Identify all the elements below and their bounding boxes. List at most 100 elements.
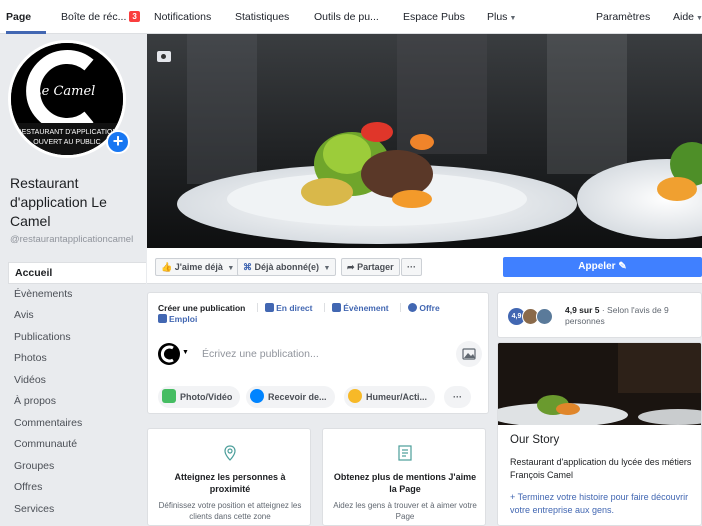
- logo-line-1: RESTAURANT D'APPLICATION: [17, 129, 118, 136]
- tab-live[interactable]: En direct: [276, 303, 312, 313]
- chevron-down-icon: ▼: [323, 265, 331, 272]
- composer-tabs: Créer une publication En direct Évènemen…: [158, 303, 478, 325]
- page-top-nav: Page Boîte de réc... 3 Notifications Stat…: [0, 0, 702, 34]
- tab-ads[interactable]: Espace Pubs: [403, 11, 465, 23]
- logo-script-text: Le Camel: [32, 84, 95, 99]
- divider: [399, 303, 401, 312]
- tab-notifications[interactable]: Notifications: [154, 11, 211, 23]
- tab-inbox[interactable]: Boîte de réc... 3: [61, 11, 140, 23]
- tab-more[interactable]: Plus ▼: [487, 11, 516, 23]
- cover-image: [147, 34, 702, 248]
- sidebar-item-services[interactable]: Services: [0, 499, 146, 521]
- photo-icon: [162, 389, 176, 403]
- tab-help[interactable]: Aide ▼: [673, 11, 702, 23]
- get-messages-label: Recevoir de...: [268, 392, 327, 402]
- inbox-count-badge: 3: [129, 11, 140, 22]
- briefcase-icon: [158, 314, 167, 323]
- share-icon: ➦: [347, 262, 355, 272]
- promo-title: Obtenez plus de mentions J'aime la Page: [333, 472, 477, 494]
- tab-create-post[interactable]: Créer une publication: [158, 303, 245, 313]
- feeling-activity-button[interactable]: Humeur/Acti...: [344, 386, 436, 408]
- post-text-input[interactable]: [202, 344, 452, 364]
- tab-tools[interactable]: Outils de pu...: [314, 11, 379, 23]
- tab-help-label: Aide: [673, 11, 695, 23]
- sidebar-item-about[interactable]: À propos: [0, 391, 146, 413]
- more-actions-button[interactable]: ···: [401, 258, 422, 276]
- composer-avatar[interactable]: [158, 343, 180, 365]
- location-pin-icon: [224, 445, 236, 461]
- like-label: J'aime déjà: [174, 262, 223, 272]
- divider: [256, 303, 258, 312]
- promo-description: Définissez votre position et atteignez l…: [158, 501, 302, 521]
- feeling-activity-label: Humeur/Acti...: [366, 392, 428, 402]
- sidebar-item-photos[interactable]: Photos: [0, 348, 146, 370]
- rating-card[interactable]: 4,9 4,9 sur 5 · Selon l'avis de 9 person…: [497, 292, 702, 338]
- tab-offer[interactable]: Offre: [419, 303, 439, 313]
- tab-statistics[interactable]: Statistiques: [235, 11, 289, 23]
- chevron-down-icon[interactable]: ▼: [182, 349, 189, 356]
- left-sidebar: Le Camel RESTAURANT D'APPLICATION OUVERT…: [0, 34, 146, 526]
- sidebar-item-events[interactable]: Évènements: [0, 284, 146, 306]
- share-button[interactable]: ➦ Partager: [341, 258, 400, 276]
- avatar-logo: [160, 345, 174, 363]
- more-composer-options-button[interactable]: ···: [444, 386, 471, 408]
- tab-more-label: Plus: [487, 11, 508, 23]
- photo-icon[interactable]: [456, 341, 482, 367]
- tab-page[interactable]: Page: [6, 11, 31, 23]
- pencil-icon: ✎: [618, 261, 627, 272]
- cover-photo[interactable]: [147, 34, 702, 248]
- page-nav-list: Accueil Évènements Avis Publications Pho…: [0, 262, 146, 520]
- tab-inbox-label: Boîte de réc...: [61, 11, 127, 23]
- camera-icon[interactable]: [157, 51, 171, 62]
- rss-icon: ⌘: [243, 262, 252, 272]
- chevron-down-icon: ▼: [509, 15, 517, 22]
- tab-settings[interactable]: Paramètres: [596, 11, 650, 23]
- tab-event[interactable]: Évènement: [343, 303, 388, 313]
- promo-card-page-likes[interactable]: Obtenez plus de mentions J'aime la Page …: [322, 428, 486, 526]
- image-glyph: [462, 348, 476, 360]
- photo-video-button[interactable]: Photo/Vidéo: [158, 386, 241, 408]
- rating-score: 4,9 sur 5: [565, 305, 600, 315]
- tab-job[interactable]: Emploi: [169, 314, 197, 324]
- video-icon: [265, 303, 275, 312]
- chevron-down-icon: ▼: [696, 15, 702, 22]
- messenger-icon: [250, 389, 264, 403]
- promo-title: Atteignez les personnes à proximité: [174, 472, 286, 494]
- photo-video-label: Photo/Vidéo: [180, 392, 233, 402]
- sidebar-item-comments[interactable]: Commentaires: [0, 413, 146, 435]
- reviewer-avatar: [536, 308, 553, 325]
- follow-label: Déjà abonné(e): [254, 262, 320, 272]
- sidebar-item-videos[interactable]: Vidéos: [0, 370, 146, 392]
- promo-description: Aidez les gens à trouver et à aimer votr…: [333, 501, 477, 521]
- sidebar-item-offers[interactable]: Offres: [0, 477, 146, 499]
- post-composer: Créer une publication En direct Évènemen…: [147, 292, 489, 414]
- page-title: Restaurant d'application Le Camel: [10, 175, 107, 229]
- share-label: Partager: [357, 262, 394, 272]
- promo-card-local-reach[interactable]: Atteignez les personnes à proximité Défi…: [147, 428, 311, 526]
- finish-story-link[interactable]: + Terminez votre histoire pour faire déc…: [510, 491, 700, 516]
- sidebar-item-home[interactable]: Accueil: [8, 262, 146, 284]
- thumbs-up-icon: 👍: [161, 262, 173, 272]
- sidebar-item-reviews[interactable]: Avis: [0, 305, 146, 327]
- rating-summary: 4,9 sur 5 · Selon l'avis de 9 personnes: [565, 305, 699, 327]
- page-action-bar: 👍 J'aime déjà ▼ ⌘ Déjà abonné(e) ▼ ➦ Par…: [147, 248, 702, 284]
- sidebar-item-posts[interactable]: Publications: [0, 327, 146, 349]
- like-page-button[interactable]: 👍 J'aime déjà ▼: [155, 258, 241, 276]
- get-messages-button[interactable]: Recevoir de...: [246, 386, 335, 408]
- chevron-down-icon: ▼: [227, 265, 235, 272]
- logo-line-2: OUVERT AU PUBLIC: [33, 139, 100, 146]
- page-username[interactable]: @restaurantapplicationcamel: [10, 234, 140, 245]
- add-profile-photo-button[interactable]: +: [106, 130, 130, 154]
- page-icon: [398, 445, 412, 461]
- call-button[interactable]: Appeler ✎: [503, 257, 702, 277]
- sidebar-item-groups[interactable]: Groupes: [0, 456, 146, 478]
- story-title: Our Story: [510, 434, 560, 446]
- calendar-icon: [332, 303, 342, 312]
- sidebar-item-community[interactable]: Communauté: [0, 434, 146, 456]
- call-label: Appeler: [578, 261, 616, 272]
- follow-page-button[interactable]: ⌘ Déjà abonné(e) ▼: [237, 258, 337, 276]
- divider: [323, 303, 325, 312]
- smiley-icon: [348, 389, 362, 403]
- offer-icon: [408, 303, 418, 312]
- story-image: [498, 343, 701, 425]
